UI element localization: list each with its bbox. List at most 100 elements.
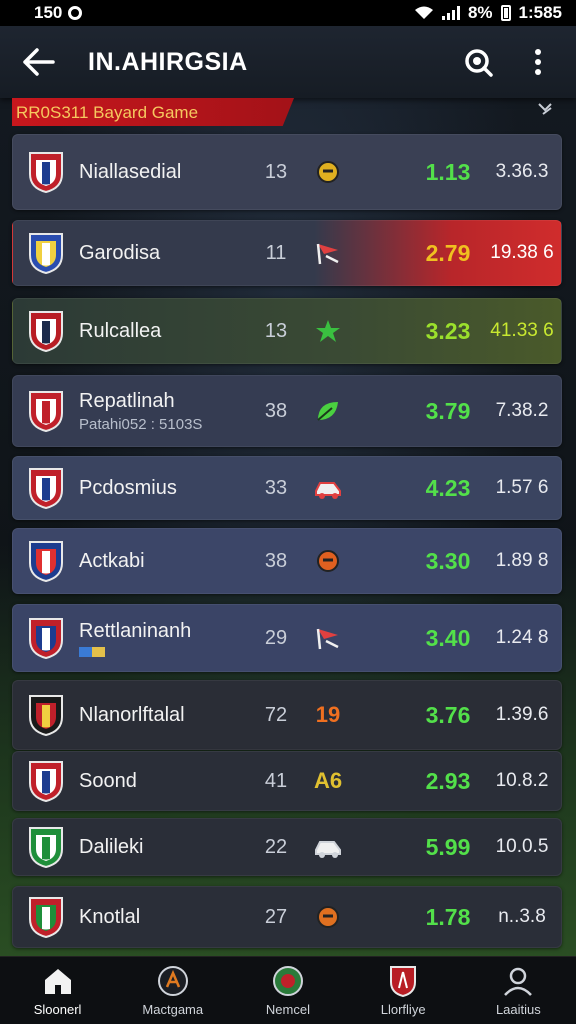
team-row[interactable]: Garodisa 11 2.79 19.38 6 xyxy=(12,220,562,286)
total-value: n..3.8 xyxy=(498,906,546,927)
team-row[interactable]: Knotlal 27 1.78 n..3.8 xyxy=(12,886,562,948)
team-row[interactable]: Actkabi 38 3.30 1.89 8 xyxy=(12,528,562,594)
total-value: 19.38 6 xyxy=(490,242,554,263)
back-button[interactable] xyxy=(18,42,58,82)
team-crest-icon xyxy=(27,616,65,660)
team-crest-icon xyxy=(27,309,65,353)
team-crest-icon xyxy=(27,539,65,583)
status-left-text: 150 xyxy=(34,3,63,22)
games-played: 11 xyxy=(265,241,287,264)
app-bar: IN.AHIRGSIA xyxy=(0,26,576,98)
league-icon xyxy=(271,964,305,998)
games-played: 27 xyxy=(264,905,288,928)
team-name-block: Knotlal xyxy=(79,906,140,929)
odds-value[interactable]: 4.23 xyxy=(413,475,483,502)
odds-value[interactable]: 1.78 xyxy=(413,904,483,931)
team-name: Garodisa xyxy=(79,241,161,264)
team-name: Rulcallea xyxy=(79,319,162,342)
games-played: 29 xyxy=(264,626,288,649)
nav-label: Sloonerl xyxy=(33,1002,82,1017)
team-crest-icon xyxy=(27,895,65,939)
team-name-block: Garodisa xyxy=(79,242,160,265)
form-label: 19 xyxy=(315,702,341,727)
collapse-button[interactable] xyxy=(534,102,556,124)
games-played: 72 xyxy=(264,703,288,726)
odds-value[interactable]: 3.79 xyxy=(413,398,483,425)
team-row[interactable]: Pcdosmius 33 4.23 1.57 6 xyxy=(12,456,562,520)
total-value: 1.24 8 xyxy=(495,627,549,648)
ball-icon xyxy=(313,546,343,576)
nav-label: Laaitius xyxy=(495,1002,541,1017)
total-value: 10.8.2 xyxy=(495,770,549,791)
odds-value[interactable]: 3.23 xyxy=(413,318,483,345)
ball-icon xyxy=(313,902,343,932)
team-row[interactable]: Rulcallea 13 3.23 41.33 6 xyxy=(12,298,562,364)
team-crest-icon xyxy=(27,466,65,510)
team-name-block: Niallasedial xyxy=(79,161,181,184)
more-options-button[interactable] xyxy=(518,42,558,82)
more-vertical-icon xyxy=(535,49,541,75)
team-name: Dalileki xyxy=(79,835,144,858)
nav-item-3[interactable]: Nemcel xyxy=(238,964,338,1017)
odds-value[interactable]: 3.40 xyxy=(413,625,483,652)
nav-label: Llorfliye xyxy=(380,1002,426,1017)
collapse-icon xyxy=(538,103,552,115)
home-icon xyxy=(41,964,75,998)
team-row[interactable]: Nlanorlftalal 72 19 3.76 1.39.6 xyxy=(12,680,562,750)
team-name: Niallasedial xyxy=(79,160,182,183)
nav-label: Mactgama xyxy=(142,1002,204,1017)
team-name-block: Dalileki xyxy=(79,836,143,859)
team-row[interactable]: Soond 41 A6 2.93 10.8.2 xyxy=(12,751,562,811)
flag-icon xyxy=(313,238,343,268)
page-title: IN.AHIRGSIA xyxy=(88,47,248,76)
section-header: RR0S311 Bayard Game xyxy=(12,98,564,128)
search-button[interactable] xyxy=(458,42,498,82)
team-flag-icon xyxy=(79,646,105,657)
total-value: 41.33 6 xyxy=(490,320,554,341)
team-name-block: Rettlaninanh xyxy=(79,620,191,657)
games-played: 38 xyxy=(264,399,288,422)
form-label: A6 xyxy=(313,768,343,793)
team-row[interactable]: Repatlinah Patahi052 : 5103S 38 3.79 7.38.2 xyxy=(12,375,562,447)
car-icon xyxy=(313,473,343,503)
team-name-block: Soond xyxy=(79,770,137,793)
ball-icon xyxy=(313,157,343,187)
team-row[interactable]: Niallasedial 13 1.13 3.36.3 xyxy=(12,134,562,210)
team-name-block: Nlanorlftalal xyxy=(79,704,185,727)
team-crest-icon xyxy=(27,825,65,869)
search-icon xyxy=(465,49,493,77)
games-played: 33 xyxy=(264,476,288,499)
flag-icon xyxy=(313,623,343,653)
nav-item-5[interactable]: Laaitius xyxy=(468,964,568,1017)
team-name: Soond xyxy=(79,769,137,792)
team-name-block: Repatlinah Patahi052 : 5103S xyxy=(79,390,202,433)
team-name: Rettlaninanh xyxy=(79,619,192,642)
nav-item-1[interactable]: Sloonerl xyxy=(8,964,108,1017)
nav-item-4[interactable]: Llorfliye xyxy=(353,964,453,1017)
total-value: 1.39.6 xyxy=(495,704,549,725)
team-crest-icon xyxy=(27,693,65,737)
games-played: 38 xyxy=(264,549,288,572)
status-bar: 150 8% 1:585 xyxy=(0,0,576,26)
odds-value[interactable]: 3.76 xyxy=(413,702,483,729)
odds-value[interactable]: 1.13 xyxy=(413,159,483,186)
total-value: 1.57 6 xyxy=(495,477,549,498)
odds-value[interactable]: 3.30 xyxy=(413,548,483,575)
team-name: Nlanorlftalal xyxy=(79,703,185,726)
clock: 1:585 xyxy=(518,3,562,22)
team-row[interactable]: Dalileki 22 5.99 10.0.5 xyxy=(12,818,562,876)
games-played: 41 xyxy=(264,769,288,792)
nav-item-2[interactable]: Mactgama xyxy=(123,964,223,1017)
odds-value[interactable]: 2.93 xyxy=(413,768,483,795)
team-name: Knotlal xyxy=(79,905,141,928)
team-name-block: Actkabi xyxy=(79,550,145,573)
total-value: 3.36.3 xyxy=(495,161,549,182)
team-name: Pcdosmius xyxy=(79,476,177,499)
team-row[interactable]: Rettlaninanh 29 3.40 1.24 8 xyxy=(12,604,562,672)
team-name-block: Pcdosmius xyxy=(79,477,177,500)
car-icon xyxy=(313,832,343,862)
odds-value[interactable]: 5.99 xyxy=(413,834,483,861)
team-crest-icon xyxy=(27,150,65,194)
alarm-icon xyxy=(68,6,83,20)
odds-value[interactable]: 2.79 xyxy=(413,240,483,267)
